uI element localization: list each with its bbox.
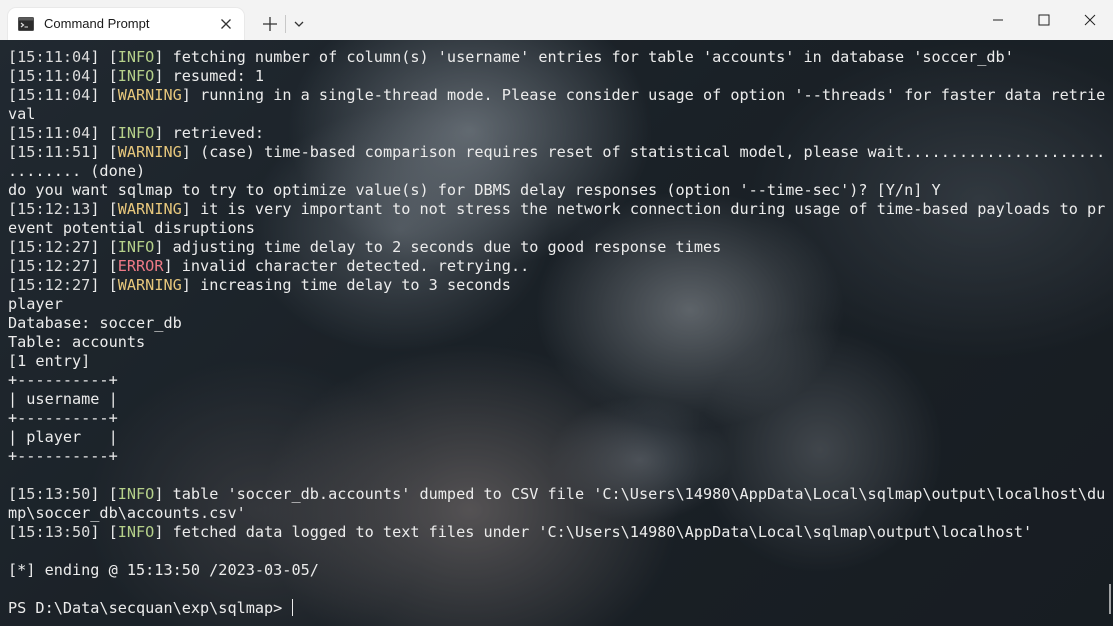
terminal-line: [15:11:04] [INFO] retrieved:	[8, 124, 265, 142]
log-timestamp: 15:13:50	[17, 523, 91, 541]
terminal-line: Database: soccer_db	[8, 314, 1108, 333]
log-message: invalid character detected. retrying..	[172, 257, 530, 275]
terminal-line: [15:13:50] [INFO] table 'soccer_db.accou…	[8, 485, 1106, 503]
terminal-output-area[interactable]: [15:11:04] [INFO] fetching number of col…	[0, 40, 1113, 626]
terminal-line: [15:11:51] [WARNING] (case) time-based c…	[8, 143, 1106, 161]
output-text: [*] ending @ 15:13:50 /2023-03-05/	[8, 561, 319, 579]
terminal-line: [15:11:04] [WARNING] running in a single…	[8, 86, 1106, 104]
output-text: | username |	[8, 390, 118, 408]
terminal-line: | player |	[8, 428, 1108, 447]
log-level-warning: WARNING	[117, 86, 182, 104]
terminal-lines: [15:11:04] [INFO] fetching number of col…	[8, 48, 1108, 618]
output-text: +----------+	[8, 371, 118, 389]
chevron-down-icon[interactable]	[290, 15, 308, 33]
terminal-line: [15:12:27] [INFO] adjusting time delay t…	[8, 238, 722, 256]
terminal-line: do you want sqlmap to try to optimize va…	[8, 181, 1108, 200]
log-level-info: INFO	[117, 67, 155, 85]
log-timestamp: 15:12:13	[17, 200, 91, 218]
log-timestamp: 15:11:04	[17, 67, 91, 85]
log-timestamp: 15:11:04	[17, 124, 91, 142]
terminal-line: [15:12:27] [WARNING] increasing time del…	[8, 276, 511, 294]
log-message: (case) time-based comparison requires re…	[190, 143, 1106, 161]
output-text: player	[8, 295, 63, 313]
maximize-button[interactable]	[1021, 0, 1067, 40]
log-timestamp: 15:12:27	[17, 276, 91, 294]
terminal-line: +----------+	[8, 447, 1108, 466]
close-tab-icon[interactable]	[218, 16, 234, 32]
tab-divider	[285, 15, 286, 33]
minimize-icon	[993, 19, 1003, 21]
terminal-line: [15:12:27] [ERROR] invalid character det…	[8, 257, 530, 275]
plus-icon[interactable]	[259, 13, 281, 35]
minimize-button[interactable]	[975, 0, 1021, 40]
log-level-warning: WARNING	[117, 143, 182, 161]
output-text: Database: soccer_db	[8, 314, 182, 332]
log-timestamp: 15:11:51	[17, 143, 91, 161]
terminal-window: Command Prompt [15:11:04] [INFO] fetchin…	[0, 0, 1113, 626]
terminal-line: player	[8, 295, 1108, 314]
terminal-line: [15:11:04] [INFO] fetching number of col…	[8, 48, 1014, 66]
tab-title: Command Prompt	[44, 16, 150, 31]
terminal-line: mp\soccer_db\accounts.csv'	[8, 504, 1108, 523]
terminal-line: +----------+	[8, 409, 1108, 428]
tab-command-prompt[interactable]: Command Prompt	[8, 8, 244, 40]
output-text: [1 entry]	[8, 352, 91, 370]
terminal-icon	[18, 17, 34, 31]
terminal-line: PS D:\Data\secquan\exp\sqlmap>	[8, 599, 1108, 618]
scrollbar-thumb[interactable]	[1109, 584, 1111, 614]
log-message: fetched data logged to text files under …	[163, 523, 1033, 541]
terminal-line: [15:12:13] [WARNING] it is very importan…	[8, 200, 1106, 218]
log-level-info: INFO	[117, 523, 155, 541]
log-level-info: INFO	[117, 124, 155, 142]
terminal-line: +----------+	[8, 371, 1108, 390]
log-message: table 'soccer_db.accounts' dumped to CSV…	[163, 485, 1106, 503]
terminal-line: [15:11:04] [INFO] resumed: 1	[8, 67, 265, 85]
log-level-info: INFO	[117, 48, 155, 66]
output-text: ........ (done)	[8, 162, 146, 180]
close-icon	[1084, 14, 1096, 26]
text-cursor	[292, 599, 294, 616]
log-message: adjusting time delay to 2 seconds due to…	[163, 238, 722, 256]
output-text: mp\soccer_db\accounts.csv'	[8, 504, 246, 522]
terminal-line: [15:13:50] [INFO] fetched data logged to…	[8, 523, 1033, 541]
log-timestamp: 15:12:27	[17, 257, 91, 275]
log-level-info: INFO	[117, 238, 155, 256]
terminal-line: val	[8, 105, 1108, 124]
log-level-warning: WARNING	[117, 276, 182, 294]
output-text: do you want sqlmap to try to optimize va…	[8, 181, 941, 199]
title-bar: Command Prompt	[0, 0, 1113, 40]
terminal-line: Table: accounts	[8, 333, 1108, 352]
log-message: retrieved:	[163, 124, 265, 142]
output-text: +----------+	[8, 447, 118, 465]
maximize-icon	[1038, 14, 1050, 26]
terminal-line: event potential disruptions	[8, 219, 1108, 238]
shell-prompt: PS D:\Data\secquan\exp\sqlmap>	[8, 599, 292, 617]
log-message: fetching number of column(s) 'username' …	[163, 48, 1014, 66]
terminal-line: | username |	[8, 390, 1108, 409]
log-level-info: INFO	[117, 485, 155, 503]
terminal-line: [1 entry]	[8, 352, 1108, 371]
log-timestamp: 15:13:50	[17, 485, 91, 503]
output-text: val	[8, 105, 36, 123]
log-level-warning: WARNING	[117, 200, 182, 218]
terminal-line: [*] ending @ 15:13:50 /2023-03-05/	[8, 561, 1108, 580]
log-timestamp: 15:11:04	[17, 86, 91, 104]
log-timestamp: 15:12:27	[17, 238, 91, 256]
output-text: +----------+	[8, 409, 118, 427]
terminal-line: ........ (done)	[8, 162, 1108, 181]
log-level-error: ERROR	[117, 257, 164, 275]
output-text: | player |	[8, 428, 118, 446]
log-message: resumed: 1	[163, 67, 265, 85]
close-button[interactable]	[1067, 0, 1113, 40]
log-timestamp: 15:11:04	[17, 48, 91, 66]
log-message: it is very important to not stress the n…	[190, 200, 1106, 218]
log-message: running in a single-thread mode. Please …	[190, 86, 1106, 104]
log-message: increasing time delay to 3 seconds	[190, 276, 511, 294]
output-text: event potential disruptions	[8, 219, 255, 237]
output-text: Table: accounts	[8, 333, 146, 351]
